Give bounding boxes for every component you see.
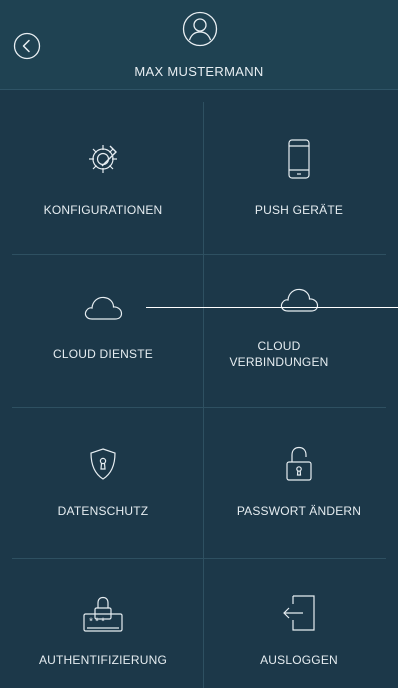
menu-item-push-geraete[interactable]: PUSH GERÄTE [204,110,394,250]
menu-item-authentifizierung[interactable]: *** AUTHENTIFIZIERUNG [8,566,198,686]
menu-item-label: PASSWORT ÄNDERN [236,504,362,518]
menu-item-cloud-verbindungen[interactable]: CLOUD VERBINDUNGEN [204,262,394,402]
menu-item-datenschutz[interactable]: DATENSCHUTZ [8,415,198,555]
menu-item-label: AUTHENTIFIZIERUNG [38,653,168,667]
grid-divider-horizontal [12,558,386,559]
user-circle-icon [182,11,218,47]
menu-item-passwort-aendern[interactable]: PASSWORT ÄNDERN [204,415,394,555]
user-name: MAX MUSTERMANN [134,64,264,79]
smartphone-icon [287,138,311,180]
menu-item-cloud-dienste[interactable]: CLOUD DIENSTE [8,262,198,402]
menu-item-konfigurationen[interactable]: KONFIGURATIONEN [8,110,198,250]
padlock-open-icon [284,445,314,483]
menu-grid: KONFIGURATIONEN PUSH GERÄTE CLOUD DIENST… [0,90,398,688]
avatar[interactable] [182,11,218,47]
back-button[interactable] [13,32,41,60]
shield-lock-icon [88,447,118,481]
menu-item-ausloggen[interactable]: AUSLOGGEN [204,566,394,686]
menu-item-label: PUSH GERÄTE [254,203,344,217]
grid-divider-horizontal [12,407,386,408]
annotation-line [146,307,398,308]
password-card-icon: *** [81,594,125,634]
menu-item-label: CLOUD DIENSTE [53,347,153,361]
chevron-left-circle-icon [13,32,41,60]
cloud-icon [82,294,124,322]
logout-icon [281,594,317,632]
grid-divider-horizontal [12,254,386,255]
cloud-icon [278,286,320,314]
header-bar: MAX MUSTERMANN [0,0,398,90]
menu-item-label: DATENSCHUTZ [57,504,149,518]
profile-menu-screen: MAX MUSTERMANN KONFIGURATIONEN PUSH GERÄ… [0,0,398,688]
menu-item-label: KONFIGURATIONEN [43,203,163,217]
menu-item-label: CLOUD VERBINDUNGEN [229,339,329,369]
svg-text:***: *** [88,617,106,629]
menu-item-label: AUSLOGGEN [260,653,338,667]
gear-wrench-icon [84,140,122,178]
